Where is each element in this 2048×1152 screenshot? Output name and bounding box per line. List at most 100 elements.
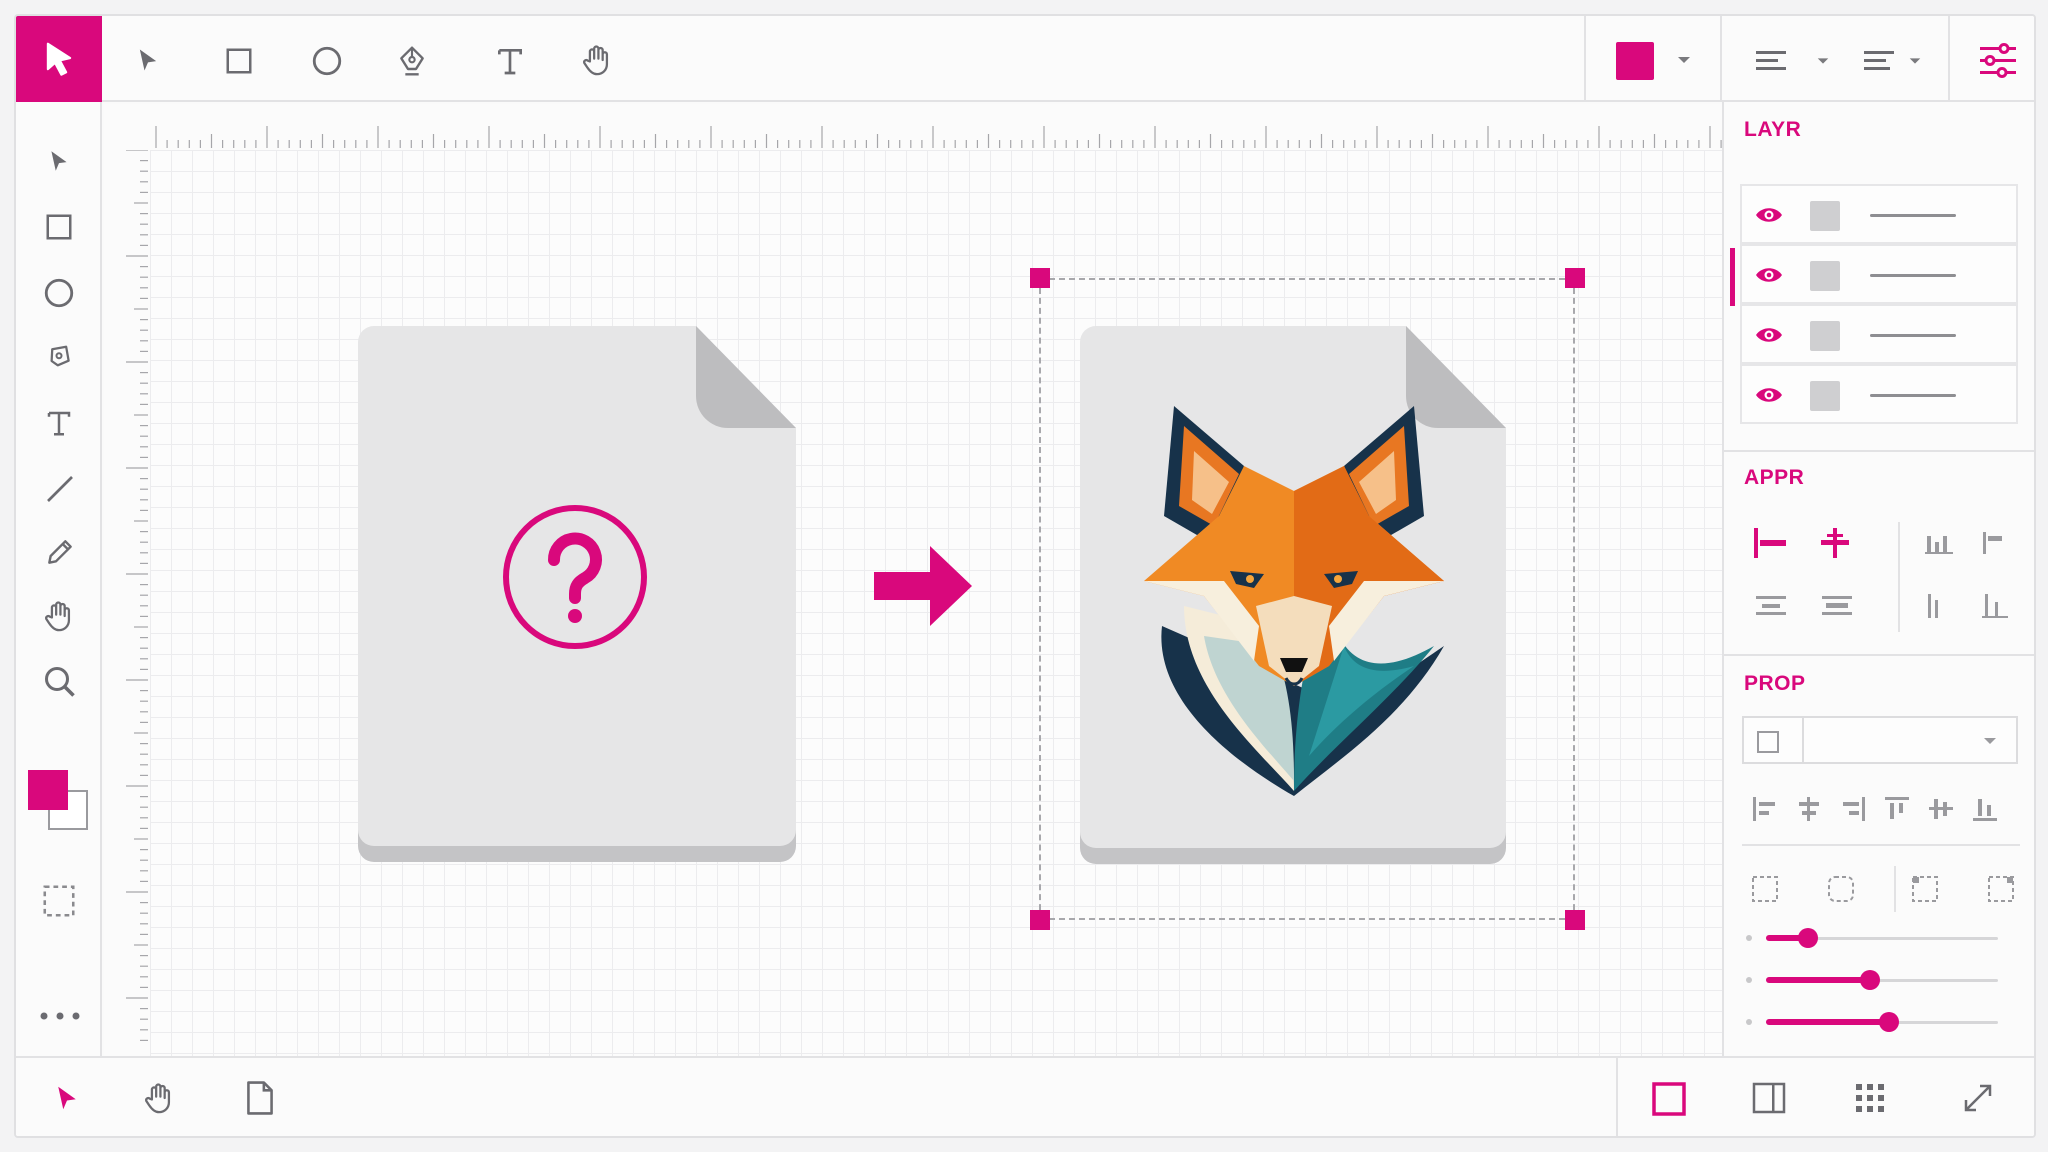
rectangle-tool-icon[interactable] bbox=[224, 46, 254, 76]
corner-outline-icon[interactable] bbox=[1986, 874, 2016, 904]
toolbar-divider bbox=[1616, 1058, 1618, 1136]
chevron-down-icon[interactable] bbox=[1908, 56, 1922, 66]
right-arrow-icon bbox=[874, 546, 974, 626]
corner-inset-icon[interactable] bbox=[1910, 874, 1940, 904]
align-left-icon[interactable] bbox=[1750, 794, 1780, 824]
marquee-select-icon[interactable] bbox=[40, 882, 78, 920]
cursor-arrow-icon bbox=[40, 38, 78, 78]
pencil-tool-icon[interactable] bbox=[44, 536, 76, 568]
align-top-icon[interactable] bbox=[1882, 794, 1912, 824]
question-mark-icon bbox=[502, 504, 648, 650]
panel-divider bbox=[1742, 844, 2020, 846]
layer-thumbnail bbox=[1810, 201, 1840, 231]
property-dropdown[interactable] bbox=[1742, 716, 2018, 764]
slider-knob[interactable] bbox=[1860, 970, 1881, 990]
fill-color-swatch[interactable] bbox=[1616, 42, 1654, 80]
play-pointer-icon[interactable] bbox=[52, 1082, 82, 1114]
more-dots-icon[interactable] bbox=[38, 1010, 82, 1022]
chevron-down-icon[interactable] bbox=[1676, 54, 1692, 66]
layer-name-placeholder bbox=[1870, 274, 1956, 277]
ellipse-tool-icon[interactable] bbox=[42, 276, 76, 310]
align-center-icon[interactable] bbox=[1818, 526, 1852, 560]
layer-thumbnail bbox=[1810, 381, 1840, 411]
slider-knob[interactable] bbox=[1797, 928, 1818, 948]
corner-square-icon[interactable] bbox=[1750, 874, 1780, 904]
zoom-icon[interactable] bbox=[42, 664, 78, 700]
editor-window: LAYR APPR PROP bbox=[14, 14, 2036, 1138]
distribute-bottom-icon[interactable] bbox=[1924, 530, 1954, 556]
hand-tool-icon[interactable] bbox=[42, 598, 76, 634]
toolbar-divider bbox=[1948, 16, 1950, 102]
hand-tool-icon[interactable] bbox=[580, 42, 614, 78]
resize-handle-bottom-left[interactable] bbox=[1030, 910, 1050, 930]
layer-row[interactable] bbox=[1740, 304, 2018, 364]
align-bottom-icon[interactable] bbox=[1970, 794, 2000, 824]
eye-visibility-icon[interactable] bbox=[1754, 264, 1784, 286]
eye-visibility-icon[interactable] bbox=[1754, 324, 1784, 346]
bottom-toolbar bbox=[16, 1056, 2034, 1136]
toolbar-divider bbox=[1584, 16, 1586, 102]
distribute-vertical-icon[interactable] bbox=[1924, 590, 1954, 620]
dropdown-divider bbox=[1802, 718, 1804, 762]
split-view-icon[interactable] bbox=[1752, 1082, 1786, 1114]
resize-handle-top-right[interactable] bbox=[1565, 268, 1585, 288]
canvas-area[interactable] bbox=[104, 104, 1736, 1056]
resize-handle-top-left[interactable] bbox=[1030, 268, 1050, 288]
layers-panel-title: LAYR bbox=[1744, 118, 1802, 141]
line-tool-icon[interactable] bbox=[44, 472, 76, 506]
settings-sliders-icon[interactable] bbox=[1978, 42, 2018, 80]
vertical-ruler bbox=[104, 149, 150, 1056]
layer-name-placeholder bbox=[1870, 334, 1956, 337]
layer-row-selected[interactable] bbox=[1740, 244, 2018, 304]
foreground-color-swatch[interactable] bbox=[28, 770, 68, 810]
layer-row[interactable] bbox=[1740, 184, 2018, 244]
distribute-bottom-edge-icon[interactable] bbox=[1980, 590, 2010, 620]
rectangle-tool-icon[interactable] bbox=[44, 212, 74, 242]
layer-name-placeholder bbox=[1870, 214, 1956, 217]
toolbar-divider bbox=[1720, 16, 1722, 102]
active-layer-indicator bbox=[1730, 248, 1735, 306]
align-top-left-icon[interactable] bbox=[1980, 530, 2010, 556]
fox-logo-image bbox=[1144, 396, 1444, 796]
shape-square-icon bbox=[1756, 730, 1780, 754]
pen-tool-icon[interactable] bbox=[396, 44, 428, 78]
pen-tool-icon[interactable] bbox=[44, 340, 74, 374]
single-view-icon[interactable] bbox=[1652, 1082, 1686, 1116]
pointer-icon[interactable] bbox=[134, 46, 162, 74]
eye-visibility-icon[interactable] bbox=[1754, 384, 1784, 406]
text-tool-icon[interactable] bbox=[44, 406, 74, 440]
slider-knob[interactable] bbox=[1878, 1012, 1899, 1032]
corner-rounded-icon[interactable] bbox=[1826, 874, 1856, 904]
select-tool-icon[interactable] bbox=[46, 146, 72, 176]
properties-panel-title: PROP bbox=[1744, 672, 1806, 695]
panel-divider bbox=[1724, 450, 2034, 452]
ellipse-tool-icon[interactable] bbox=[310, 44, 344, 78]
active-select-tool[interactable] bbox=[16, 16, 102, 102]
unknown-file-document[interactable] bbox=[358, 326, 798, 864]
text-tool-icon[interactable] bbox=[494, 44, 526, 78]
align-center-icon[interactable] bbox=[1794, 794, 1824, 824]
fox-logo-document[interactable] bbox=[1080, 326, 1508, 866]
align-left-icon[interactable] bbox=[1754, 48, 1790, 74]
expand-icon[interactable] bbox=[1962, 1082, 1994, 1114]
panel-divider bbox=[1724, 654, 2034, 656]
align-hcenter-icon[interactable] bbox=[1754, 592, 1788, 618]
eye-visibility-icon[interactable] bbox=[1754, 204, 1784, 226]
resize-handle-bottom-right[interactable] bbox=[1565, 910, 1585, 930]
slider-fill bbox=[1766, 977, 1871, 983]
align-vmiddle-icon[interactable] bbox=[1820, 592, 1854, 618]
layer-thumbnail bbox=[1810, 261, 1840, 291]
top-toolbar bbox=[16, 16, 2034, 102]
align-middle-icon[interactable] bbox=[1926, 794, 1956, 824]
align-right-icon[interactable] bbox=[1838, 794, 1868, 824]
chevron-down-icon[interactable] bbox=[1816, 56, 1830, 66]
hand-tool-icon[interactable] bbox=[142, 1080, 176, 1116]
layer-row[interactable] bbox=[1740, 364, 2018, 424]
align-left-edge-icon[interactable] bbox=[1752, 526, 1788, 560]
slider-fill bbox=[1766, 1019, 1889, 1025]
slider-indicator-dot bbox=[1746, 977, 1752, 983]
page-icon[interactable] bbox=[244, 1080, 276, 1116]
text-align-icon[interactable] bbox=[1862, 48, 1898, 74]
grid-view-icon[interactable] bbox=[1854, 1082, 1886, 1114]
chevron-down-icon bbox=[1982, 736, 1998, 746]
